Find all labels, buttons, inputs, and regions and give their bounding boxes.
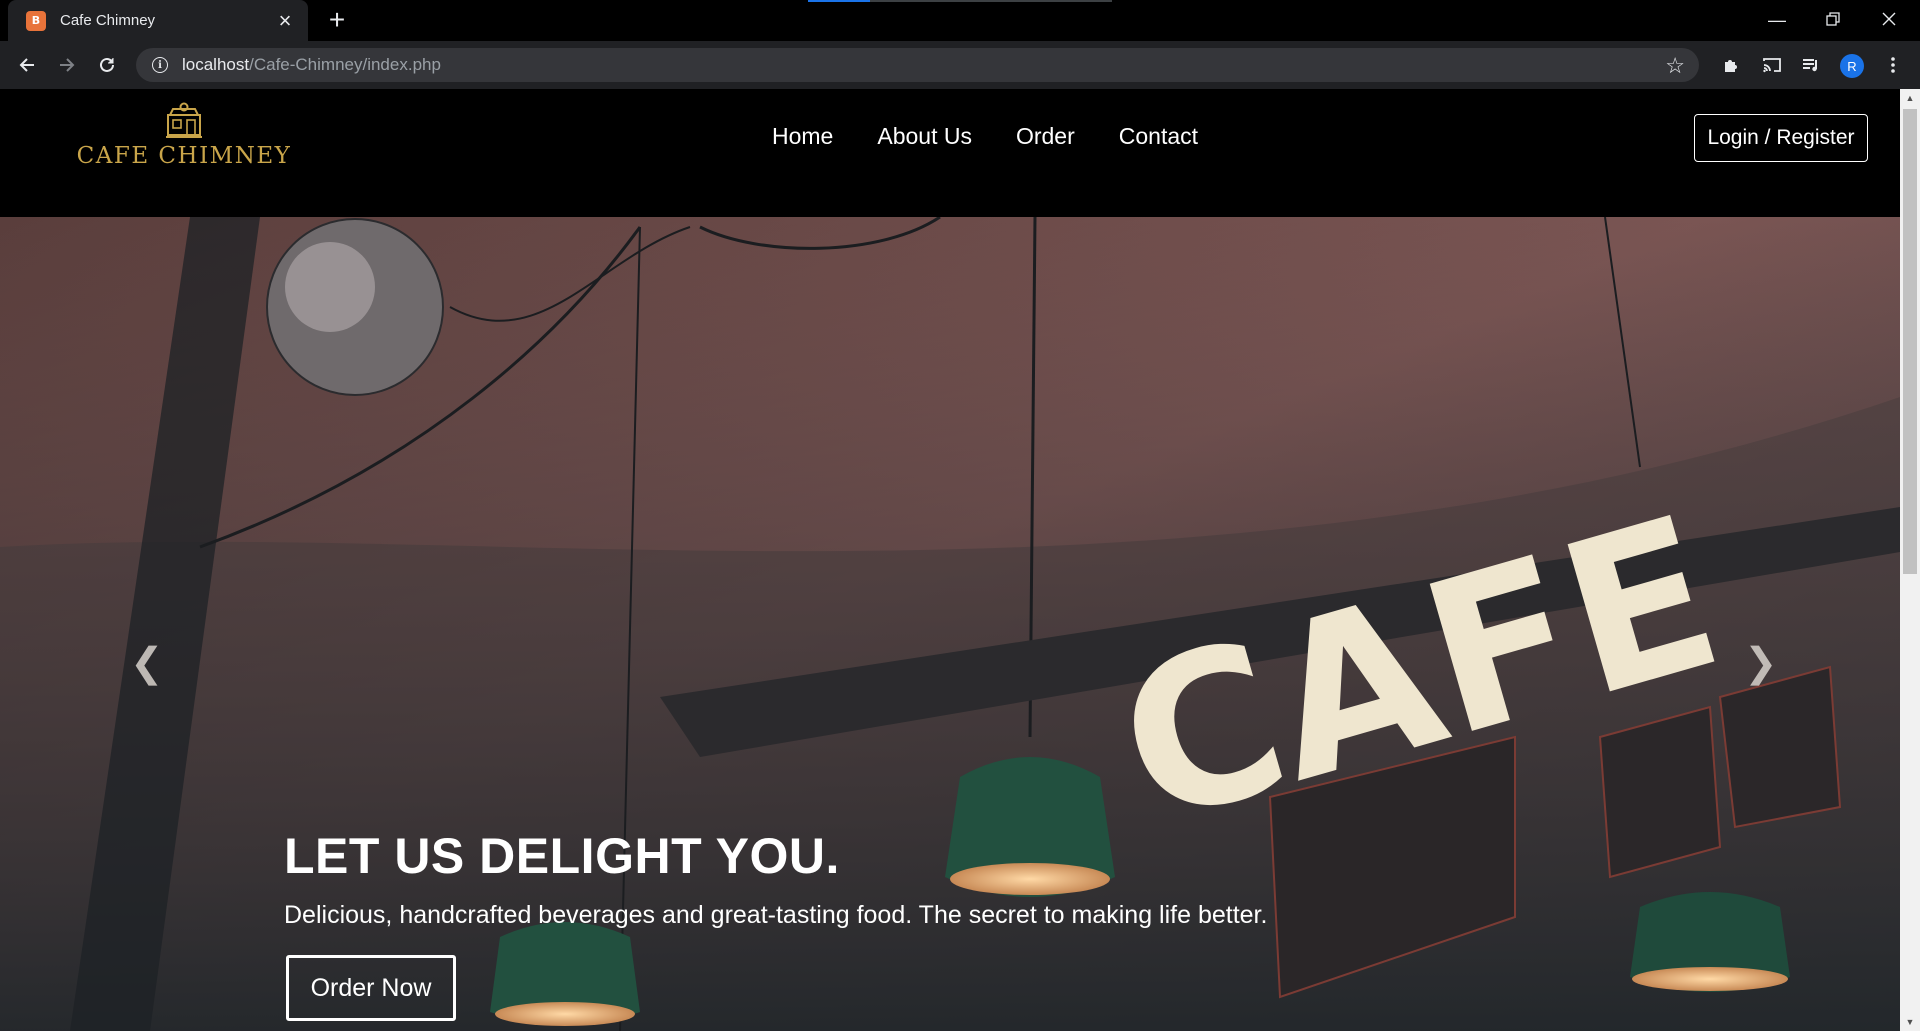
address-bar[interactable]: i localhost/Cafe-Chimney/index.php ☆ (136, 48, 1699, 82)
minimize-button[interactable]: — (1749, 0, 1805, 41)
media-queue-button[interactable] (1794, 48, 1828, 82)
media-queue-icon (1803, 59, 1817, 72)
url-path: /Cafe-Chimney/index.php (249, 55, 441, 74)
browser-toolbar: i localhost/Cafe-Chimney/index.php ☆ R (0, 41, 1920, 89)
chevron-right-icon: ❯ (1744, 641, 1778, 685)
restore-icon (1826, 10, 1840, 31)
page-viewport: CAFE CHIMNEY Home About Us Order Contact… (0, 89, 1900, 1031)
nav-order-link[interactable]: Order (1016, 123, 1075, 150)
kebab-menu-icon (1891, 57, 1895, 73)
close-window-button[interactable] (1861, 0, 1917, 41)
hero-carousel: CAFE ❮ ❯ LET US DELIGHT YOU. Delicious, … (0, 217, 1900, 1031)
order-now-button[interactable]: Order Now (286, 955, 456, 1021)
reload-icon (100, 57, 114, 72)
tab-title: Cafe Chimney (60, 12, 156, 29)
page-scrollbar[interactable]: ▲ ▼ (1900, 89, 1920, 1031)
carousel-prev-button[interactable]: ❮ (130, 640, 164, 686)
close-icon (1882, 10, 1896, 31)
plus-icon: + (328, 4, 346, 35)
nav-about-link[interactable]: About Us (877, 123, 972, 150)
browser-menu-button[interactable] (1876, 48, 1910, 82)
browser-tab[interactable]: B Cafe Chimney × (8, 0, 308, 41)
hero-subtitle: Delicious, handcrafted beverages and gre… (284, 901, 1268, 929)
carousel-next-button[interactable]: ❯ (1744, 640, 1778, 686)
site-logo[interactable]: CAFE CHIMNEY (64, 101, 304, 169)
profile-avatar[interactable]: R (1840, 54, 1864, 78)
main-nav: Home About Us Order Contact (772, 123, 1242, 150)
back-arrow-icon (19, 58, 34, 72)
close-icon[interactable]: × (274, 9, 296, 32)
star-icon[interactable]: ☆ (1665, 53, 1685, 79)
back-button[interactable] (10, 48, 44, 82)
new-tab-button[interactable]: + (322, 6, 352, 36)
nav-contact-link[interactable]: Contact (1119, 123, 1198, 150)
forward-button[interactable] (50, 48, 84, 82)
login-register-button[interactable]: Login / Register (1694, 114, 1868, 162)
brand-name: CAFE CHIMNEY (76, 143, 292, 169)
scroll-down-arrow-icon[interactable]: ▼ (1900, 1013, 1920, 1031)
puzzle-icon (1725, 60, 1737, 72)
minimize-icon: — (1768, 10, 1786, 30)
cafe-logo-icon (166, 102, 202, 138)
scroll-up-arrow-icon[interactable]: ▲ (1900, 89, 1920, 107)
site-header: CAFE CHIMNEY Home About Us Order Contact… (0, 89, 1900, 217)
cast-button[interactable] (1755, 48, 1789, 82)
url-host: localhost (182, 55, 250, 74)
nav-home-link[interactable]: Home (772, 123, 833, 150)
hero-title: LET US DELIGHT YOU. (284, 828, 840, 884)
extensions-button[interactable] (1714, 48, 1748, 82)
favicon-icon: B (26, 10, 46, 31)
chevron-left-icon: ❮ (130, 641, 164, 685)
reload-button[interactable] (90, 48, 124, 82)
restore-button[interactable] (1805, 0, 1861, 41)
forward-arrow-icon (60, 58, 75, 72)
info-icon[interactable]: i (152, 57, 168, 73)
browser-tab-bar: B Cafe Chimney × + — (0, 0, 1920, 41)
scroll-thumb[interactable] (1903, 109, 1917, 574)
cast-icon (1763, 58, 1781, 73)
tab-loading-indicator (808, 0, 1112, 2)
